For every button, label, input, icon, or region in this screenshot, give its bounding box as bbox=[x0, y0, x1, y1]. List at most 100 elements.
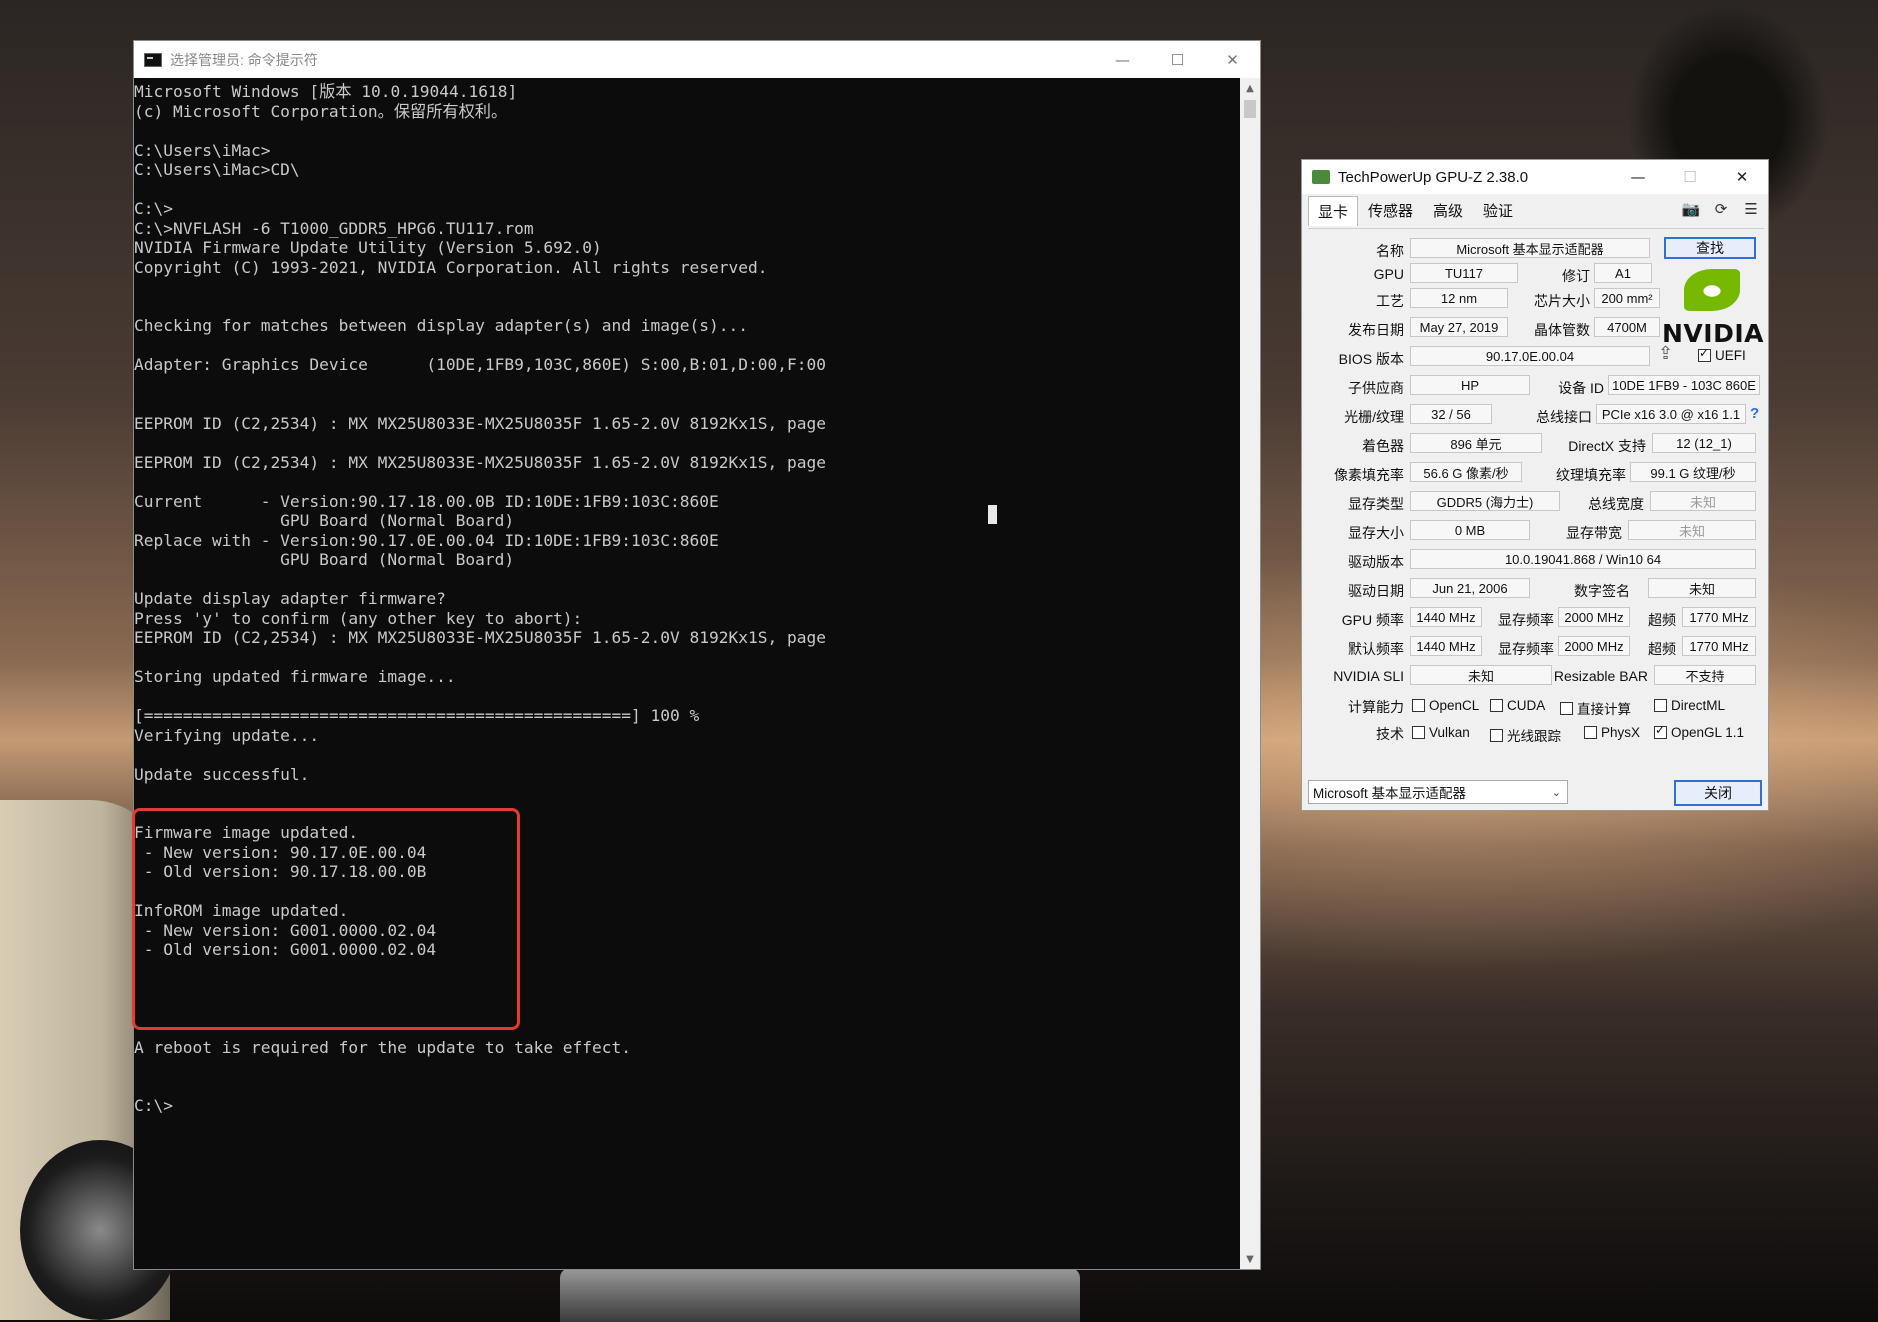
adapter-select[interactable]: Microsoft 基本显示适配器 ⌄ bbox=[1308, 780, 1568, 804]
graphics-card-panel: 名称 Microsoft 基本显示适配器 查找 GPU TU117 修订 A1 … bbox=[1308, 228, 1764, 744]
uefi-label: UEFI bbox=[1715, 348, 1746, 363]
refresh-icon[interactable]: ⟳ bbox=[1712, 200, 1730, 218]
console-line: Press 'y' to confirm (any other key to a… bbox=[134, 608, 583, 628]
checkbox-cuda-label: CUDA bbox=[1507, 698, 1546, 713]
label-bandwidth: 显存带宽 bbox=[1566, 525, 1622, 541]
help-icon[interactable]: ? bbox=[1750, 405, 1759, 422]
minimize-icon[interactable]: — bbox=[1612, 160, 1664, 194]
checkbox-directcompute[interactable]: 直接计算 bbox=[1560, 698, 1631, 718]
console-line: [=======================================… bbox=[134, 706, 700, 725]
console-line: EEPROM ID (C2,2534) : MX MX25U8033E-MX25… bbox=[134, 413, 826, 433]
gpuz-titlebar[interactable]: TechPowerUp GPU-Z 2.38.0 — ☐ ✕ bbox=[1302, 160, 1768, 194]
label-subvendor: 子供应商 bbox=[1348, 380, 1404, 396]
console-line: C:\> bbox=[134, 1096, 173, 1115]
menu-icon[interactable]: ☰ bbox=[1742, 200, 1760, 218]
field-rops: 32 / 56 bbox=[1410, 404, 1492, 424]
uefi-check-icon[interactable] bbox=[1698, 346, 1711, 362]
field-bus-width: 未知 bbox=[1650, 491, 1756, 511]
checkbox-opengl-icon[interactable] bbox=[1654, 723, 1667, 739]
console-line: C:\>NVFLASH -6 T1000_GDDR5_HPG6.TU117.ro… bbox=[134, 218, 534, 238]
field-bios: 90.17.0E.00.04 bbox=[1410, 346, 1650, 366]
close-icon[interactable]: ✕ bbox=[1716, 160, 1768, 194]
label-digital-signature: 数字签名 bbox=[1574, 583, 1630, 599]
scroll-up-icon[interactable]: ▲ bbox=[1240, 78, 1260, 98]
checkbox-directcompute-icon[interactable] bbox=[1560, 701, 1573, 715]
field-bus: PCIe x16 3.0 @ x16 1.1 bbox=[1596, 404, 1746, 424]
share-icon[interactable]: ⇪ bbox=[1658, 343, 1673, 364]
checkbox-raytracing-icon[interactable] bbox=[1490, 728, 1503, 742]
checkbox-opencl[interactable]: OpenCL bbox=[1412, 698, 1479, 713]
cmd-window-controls: — ☐ ✕ bbox=[1095, 41, 1260, 78]
checkbox-directml-icon[interactable] bbox=[1654, 699, 1667, 712]
field-gpu: TU117 bbox=[1410, 263, 1518, 283]
checkbox-opencl-icon[interactable] bbox=[1412, 699, 1425, 712]
console-line: Current - Version:90.17.18.00.0B ID:10DE… bbox=[134, 491, 719, 511]
label-mem-type: 显存类型 bbox=[1348, 496, 1404, 512]
cmd-scrollbar[interactable]: ▲ ▼ bbox=[1240, 78, 1260, 1269]
minimize-icon[interactable]: — bbox=[1095, 41, 1150, 78]
console-line: (c) Microsoft Corporation。保留所有权利。 bbox=[134, 101, 508, 121]
field-digital-signature: 未知 bbox=[1648, 578, 1756, 598]
tab-sensors[interactable]: 传感器 bbox=[1358, 195, 1423, 226]
cmd-titlebar[interactable]: 选择管理员: 命令提示符 — ☐ ✕ bbox=[134, 41, 1260, 78]
gpuz-window[interactable]: TechPowerUp GPU-Z 2.38.0 — ☐ ✕ 显卡 传感器 高级… bbox=[1301, 159, 1769, 811]
maximize-icon[interactable]: ☐ bbox=[1150, 41, 1205, 78]
label-texture-fill: 纹理填充率 bbox=[1556, 467, 1626, 483]
console-line: C:\> bbox=[134, 199, 173, 218]
nvidia-logo: NVIDIA bbox=[1662, 269, 1763, 349]
annotation-highlight-box bbox=[132, 808, 520, 1030]
field-driver-version: 10.0.19041.868 / Win10 64 bbox=[1410, 549, 1756, 569]
console-line: C:\Users\iMac>CD\ bbox=[134, 160, 300, 179]
checkbox-vulkan-icon[interactable] bbox=[1412, 726, 1425, 739]
camera-icon[interactable]: 📷 bbox=[1682, 200, 1701, 218]
checkbox-physx-icon[interactable] bbox=[1584, 726, 1597, 739]
checkbox-physx[interactable]: PhysX bbox=[1584, 725, 1640, 740]
console-line: NVIDIA Firmware Update Utility (Version … bbox=[134, 238, 602, 257]
field-gpu-clock: 1440 MHz bbox=[1410, 607, 1482, 627]
checkbox-vulkan[interactable]: Vulkan bbox=[1412, 725, 1470, 740]
checkbox-opengl[interactable]: OpenGL 1.1 bbox=[1654, 723, 1745, 740]
label-boost: 超频 bbox=[1648, 612, 1676, 628]
close-icon[interactable]: ✕ bbox=[1205, 41, 1260, 78]
field-revision: A1 bbox=[1594, 263, 1652, 283]
console-output[interactable]: Microsoft Windows [版本 10.0.19044.1618] (c… bbox=[134, 78, 1240, 1269]
console-line: C:\Users\iMac> bbox=[134, 140, 271, 160]
label-revision: 修订 bbox=[1562, 268, 1590, 284]
field-default-boost: 1770 MHz bbox=[1682, 636, 1756, 656]
scroll-thumb[interactable] bbox=[1244, 100, 1256, 118]
maximize-icon: ☐ bbox=[1683, 168, 1697, 186]
label-directx: DirectX 支持 bbox=[1568, 438, 1646, 454]
checkbox-opengl-label: OpenGL 1.1 bbox=[1671, 725, 1745, 740]
checkbox-cuda[interactable]: CUDA bbox=[1490, 698, 1545, 713]
close-button[interactable]: 关闭 bbox=[1674, 780, 1762, 806]
tab-graphics-card[interactable]: 显卡 bbox=[1308, 196, 1359, 226]
checkbox-raytracing[interactable]: 光线跟踪 bbox=[1490, 725, 1561, 745]
scroll-down-icon[interactable]: ▼ bbox=[1240, 1249, 1260, 1269]
field-mem-type: GDDR5 (海力士) bbox=[1410, 491, 1560, 511]
checkbox-directml[interactable]: DirectML bbox=[1654, 698, 1725, 713]
tab-advanced[interactable]: 高级 bbox=[1423, 195, 1473, 226]
label-release-date: 发布日期 bbox=[1348, 322, 1404, 338]
label-default-mem-clock: 显存频率 bbox=[1498, 641, 1554, 657]
label-technologies: 技术 bbox=[1376, 726, 1404, 742]
field-die-size: 200 mm² bbox=[1594, 288, 1660, 308]
chevron-down-icon[interactable]: ⌄ bbox=[1552, 786, 1561, 799]
label-device-id: 设备 ID bbox=[1558, 380, 1604, 396]
lookup-button[interactable]: 查找 bbox=[1664, 237, 1756, 259]
checkbox-cuda-icon[interactable] bbox=[1490, 699, 1503, 712]
label-process: 工艺 bbox=[1376, 293, 1404, 309]
uefi-checkbox[interactable]: UEFI bbox=[1698, 346, 1746, 363]
label-bus: 总线接口 bbox=[1536, 409, 1592, 425]
label-rops: 光栅/纹理 bbox=[1344, 409, 1404, 425]
label-driver-date: 驱动日期 bbox=[1348, 583, 1404, 599]
tab-validation[interactable]: 验证 bbox=[1473, 195, 1523, 226]
field-boost: 1770 MHz bbox=[1682, 607, 1756, 627]
cmd-window[interactable]: 选择管理员: 命令提示符 — ☐ ✕ Microsoft Windows [版本… bbox=[133, 40, 1261, 1270]
label-default-clock: 默认频率 bbox=[1348, 641, 1404, 657]
